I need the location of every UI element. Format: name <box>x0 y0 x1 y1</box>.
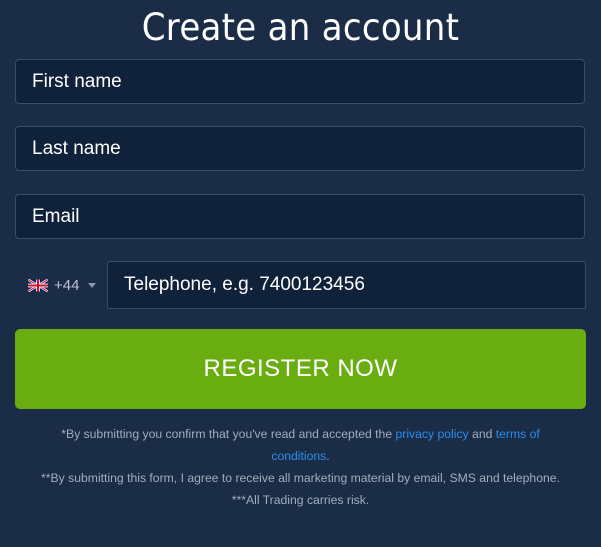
disclaimer: *By submitting you confirm that you've r… <box>0 423 601 511</box>
privacy-policy-link[interactable]: privacy policy <box>396 427 469 441</box>
last-name-input[interactable] <box>15 126 585 171</box>
dial-code: +44 <box>54 276 80 294</box>
terms-link-part1[interactable]: terms of <box>496 427 540 441</box>
uk-flag-icon <box>27 277 49 293</box>
country-code-dropdown[interactable]: +44 <box>15 262 105 308</box>
first-name-input[interactable] <box>15 59 585 104</box>
telephone-input[interactable] <box>107 261 586 309</box>
disclaimer-line-2: **By submitting this form, I agree to re… <box>41 471 560 485</box>
disclaimer-line-3: ***All Trading carries risk. <box>231 493 370 507</box>
caret-down-icon <box>88 282 97 288</box>
disclaimer-line-1: *By submitting you confirm that you've r… <box>61 427 540 463</box>
terms-link-part2[interactable]: conditions <box>271 449 326 463</box>
email-input[interactable] <box>15 194 585 239</box>
register-button[interactable]: REGISTER NOW <box>15 329 586 409</box>
page-title: Create an account <box>141 6 460 49</box>
